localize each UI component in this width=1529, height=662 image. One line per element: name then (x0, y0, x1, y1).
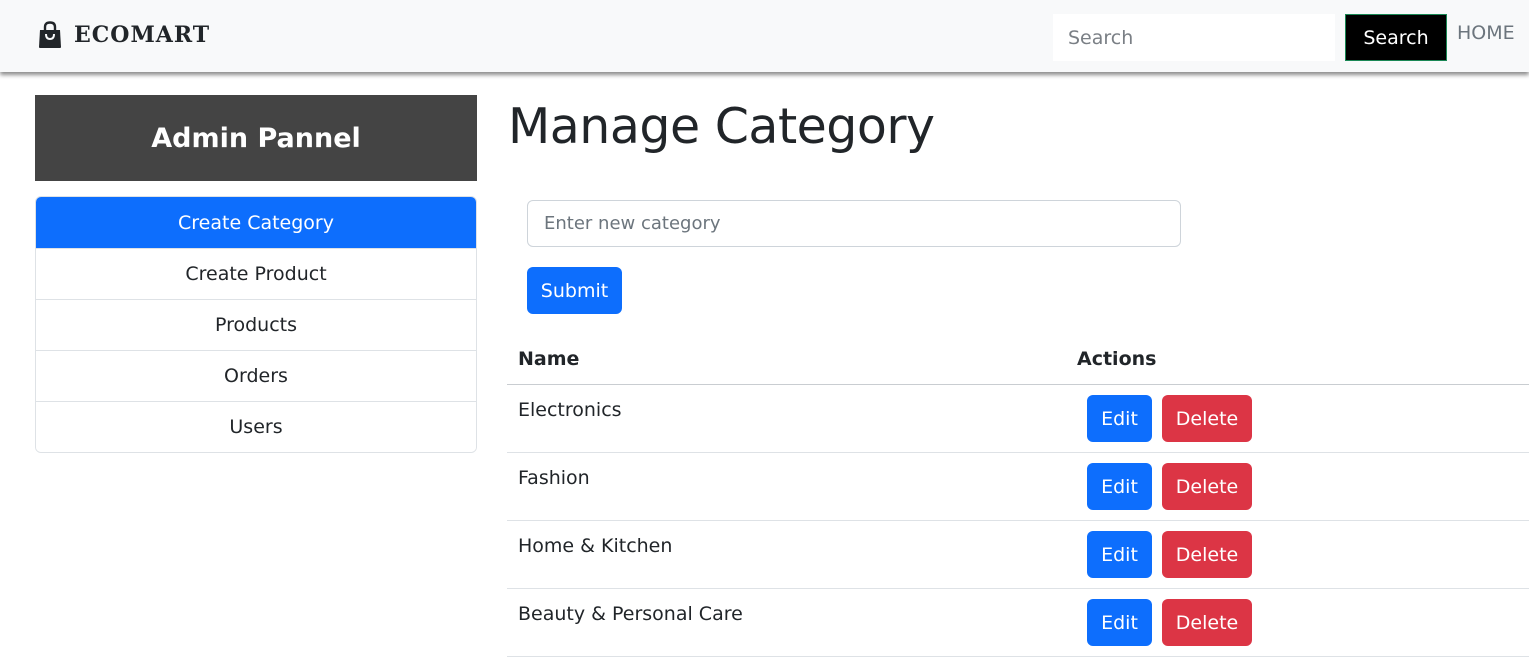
sidebar-item-products[interactable]: Products (36, 299, 476, 350)
edit-button[interactable]: Edit (1087, 395, 1152, 442)
sidebar-menu: Create Category Create Product Products … (35, 196, 477, 453)
table-row: Home & Kitchen Edit Delete (507, 521, 1529, 589)
home-link[interactable]: HOME (1457, 22, 1515, 48)
column-header-name: Name (518, 348, 580, 370)
edit-button[interactable]: Edit (1087, 463, 1152, 510)
shopping-bag-icon (39, 21, 61, 48)
category-name: Electronics (518, 399, 622, 421)
sidebar-item-create-product[interactable]: Create Product (36, 248, 476, 299)
sidebar-item-orders[interactable]: Orders (36, 350, 476, 401)
category-name: Fashion (518, 467, 590, 489)
page-title: Manage Category (508, 98, 935, 155)
sidebar-item-create-category[interactable]: Create Category (36, 197, 476, 248)
new-category-input[interactable] (527, 200, 1181, 247)
sidebar-item-users[interactable]: Users (36, 401, 476, 452)
brand-logo[interactable]: ECOMART (37, 18, 210, 52)
edit-button[interactable]: Edit (1087, 531, 1152, 578)
search-button[interactable]: Search (1345, 14, 1447, 61)
submit-button[interactable]: Submit (527, 267, 622, 314)
column-header-actions: Actions (1077, 348, 1157, 370)
search-input[interactable] (1053, 14, 1335, 61)
delete-button[interactable]: Delete (1162, 395, 1252, 442)
delete-button[interactable]: Delete (1162, 531, 1252, 578)
delete-button[interactable]: Delete (1162, 463, 1252, 510)
table-header: Name Actions (507, 336, 1529, 385)
admin-panel-title: Admin Pannel (35, 95, 477, 181)
delete-button[interactable]: Delete (1162, 599, 1252, 646)
brand-name: ECOMART (74, 22, 211, 48)
table-row: Beauty & Personal Care Edit Delete (507, 589, 1529, 657)
category-name: Beauty & Personal Care (518, 603, 743, 625)
edit-button[interactable]: Edit (1087, 599, 1152, 646)
table-row: Electronics Edit Delete (507, 385, 1529, 453)
category-table: Name Actions Electronics Edit Delete Fas… (507, 336, 1529, 657)
category-name: Home & Kitchen (518, 535, 673, 557)
table-row: Fashion Edit Delete (507, 453, 1529, 521)
top-navbar: ECOMART Search HOME (0, 0, 1529, 72)
